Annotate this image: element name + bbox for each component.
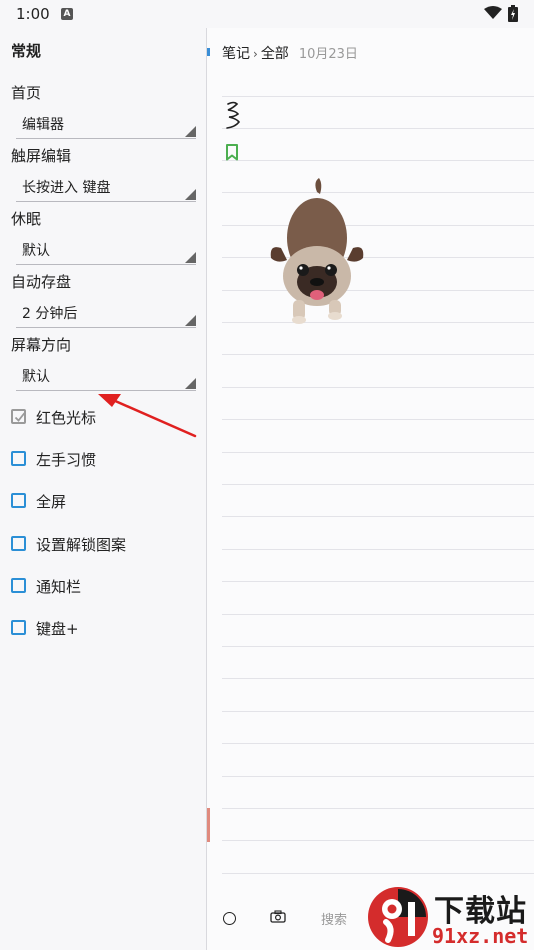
note-line	[222, 743, 534, 744]
select-autosave-value: 2 分钟后	[22, 306, 78, 322]
note-line	[222, 419, 534, 420]
note-line	[222, 96, 534, 97]
bookmark-icon[interactable]	[225, 144, 239, 161]
setting-label-orientation: 屏幕方向	[11, 336, 72, 354]
note-line	[222, 516, 534, 517]
settings-sidebar: 常规 首页 编辑器 触屏编辑 长按进入 键盘 休眠 默认 自动存盘 2 分钟后 …	[0, 28, 207, 950]
checkbox-icon[interactable]	[11, 620, 26, 635]
note-line	[222, 614, 534, 615]
note-line	[222, 678, 534, 679]
note-line	[222, 354, 534, 355]
notification-a-icon: A	[61, 8, 73, 20]
wifi-icon	[484, 6, 502, 19]
select-sleep-value: 默认	[22, 243, 50, 259]
note-line	[222, 646, 534, 647]
checkbox-icon[interactable]	[11, 493, 26, 508]
chevron-right-icon: ›	[253, 47, 258, 61]
note-date: 10月23日	[298, 47, 358, 62]
note-line	[222, 873, 534, 874]
checkbox-icon[interactable]	[11, 536, 26, 551]
accent-bar	[207, 48, 210, 56]
note-line	[222, 452, 534, 453]
note-line	[222, 387, 534, 388]
status-time: 1:00	[16, 5, 50, 23]
dropdown-corner-icon	[185, 315, 196, 326]
checkbox-label: 键盘+	[36, 620, 79, 638]
setting-label-home: 首页	[11, 84, 42, 102]
note-line	[222, 776, 534, 777]
dropdown-corner-icon	[185, 126, 196, 137]
sidebar-title: 常规	[11, 42, 42, 60]
checkbox-icon[interactable]	[11, 578, 26, 593]
watermark-logo-icon	[368, 887, 428, 947]
scroll-indicator[interactable]	[207, 808, 210, 842]
setting-label-autosave: 自动存盘	[11, 273, 72, 291]
select-orientation[interactable]: 默认	[16, 360, 196, 391]
checkbox-label: 通知栏	[36, 578, 82, 596]
select-touch-edit[interactable]: 长按进入 键盘	[16, 171, 196, 202]
pug-pet-image[interactable]	[267, 178, 367, 326]
note-line	[222, 160, 534, 161]
circle-icon[interactable]	[223, 912, 236, 925]
note-editor[interactable]: 笔记 › 全部 10月23日 搜索	[207, 28, 534, 950]
dropdown-corner-icon	[185, 378, 196, 389]
note-line	[222, 549, 534, 550]
watermark: 下载站 91xz.net	[364, 884, 534, 950]
breadcrumb-folder[interactable]: 全部	[261, 46, 289, 62]
dropdown-corner-icon	[185, 189, 196, 200]
note-line	[222, 840, 534, 841]
annotation-arrow-icon	[98, 394, 197, 438]
checkbox-label: 红色光标	[36, 409, 97, 427]
select-sleep[interactable]: 默认	[16, 234, 196, 265]
checkbox-label: 左手习惯	[36, 451, 97, 469]
setting-label-touch-edit: 触屏编辑	[11, 147, 72, 165]
breadcrumb: 笔记 › 全部 10月23日	[222, 43, 358, 63]
note-line	[222, 711, 534, 712]
dropdown-corner-icon	[185, 252, 196, 263]
note-line	[222, 128, 534, 129]
search-button[interactable]: 搜索	[321, 909, 347, 928]
handwriting-scribble	[226, 101, 240, 129]
battery-icon	[508, 5, 518, 22]
breadcrumb-root[interactable]: 笔记	[222, 46, 250, 62]
select-touch-edit-value: 长按进入 键盘	[22, 180, 111, 196]
camera-icon[interactable]	[270, 910, 286, 923]
checkbox-checked-icon[interactable]	[11, 409, 26, 424]
checkbox-label: 全屏	[36, 493, 67, 511]
watermark-domain: 91xz.net	[432, 924, 529, 948]
select-autosave[interactable]: 2 分钟后	[16, 297, 196, 328]
checkbox-icon[interactable]	[11, 451, 26, 466]
status-bar: 1:00 A	[0, 0, 534, 28]
setting-label-sleep: 休眠	[11, 210, 42, 228]
select-home-value: 编辑器	[22, 117, 64, 133]
note-line	[222, 484, 534, 485]
note-line	[222, 808, 534, 809]
select-home[interactable]: 编辑器	[16, 108, 196, 139]
note-line	[222, 581, 534, 582]
checkbox-label: 设置解锁图案	[36, 536, 127, 554]
select-orientation-value: 默认	[22, 369, 50, 385]
